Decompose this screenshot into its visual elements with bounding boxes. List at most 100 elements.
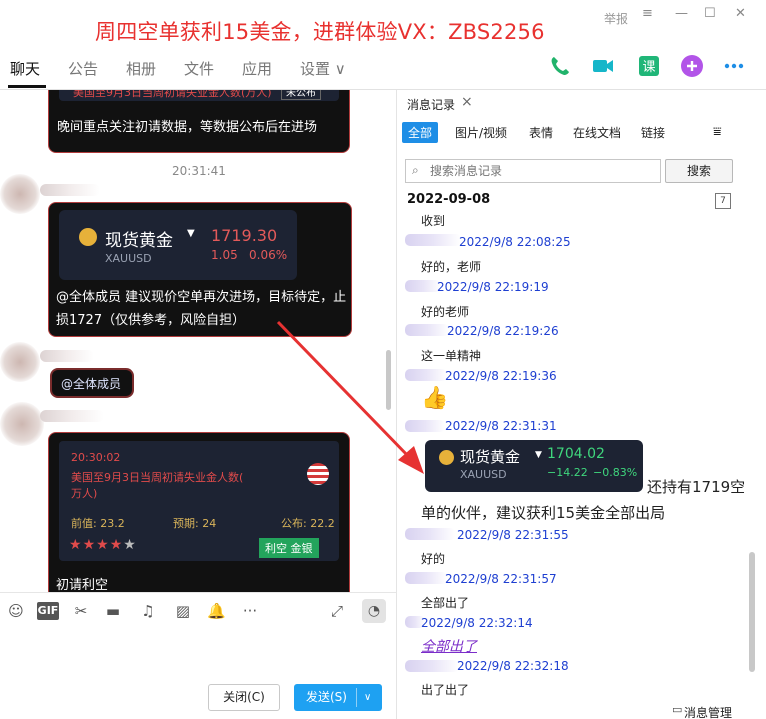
close-button[interactable]: 关闭(C) — [208, 684, 280, 711]
history-message-text: 这一单精神 — [421, 349, 482, 363]
history-time: 2022/9/8 22:19:36 — [445, 369, 557, 383]
voice-call-icon[interactable] — [548, 54, 572, 78]
history-message-link[interactable]: 全部出了 — [421, 636, 477, 656]
tab-settings[interactable]: 设置 ∨ — [300, 58, 346, 79]
filter-docs[interactable]: 在线文档 — [573, 124, 621, 141]
report-button[interactable]: 举报 — [604, 10, 628, 27]
history-sender — [405, 234, 461, 246]
more-tools-icon[interactable]: ··· — [238, 602, 262, 620]
history-tab-title[interactable]: 消息记录 — [407, 96, 455, 113]
minimize-icon[interactable]: — — [675, 6, 688, 21]
close-icon[interactable]: ✕ — [735, 6, 746, 21]
maximize-icon[interactable]: ☐ — [704, 6, 716, 21]
calendar-icon[interactable]: 7 — [715, 193, 731, 209]
gold-coin-icon — [79, 228, 97, 246]
tab-announcement[interactable]: 公告 — [68, 58, 98, 79]
impact-pill: 利空 金银 — [259, 538, 319, 558]
send-button-label: 发送(S) — [306, 690, 347, 704]
filter-all[interactable]: 全部 — [402, 122, 439, 143]
quote-card[interactable]: 现货黄金 ▼ XAUUSD 1719.30 1.05 0.06% — [59, 210, 297, 280]
avatar[interactable] — [0, 174, 40, 214]
thumbs-up-sticker[interactable]: 👍 — [421, 386, 448, 411]
send-button[interactable]: 发送(S) ∨ — [294, 684, 382, 711]
more-icon[interactable] — [722, 54, 746, 78]
message-text: @全体成员 建议现价空单再次进场，目标待定，止 — [56, 290, 347, 305]
tab-apps[interactable]: 应用 — [242, 58, 272, 79]
history-sender — [405, 420, 445, 432]
send-options-chevron-icon[interactable]: ∨ — [364, 684, 371, 711]
message-bubble[interactable]: 现货黄金 ▼ XAUUSD 1719.30 1.05 0.06% @全体成员 建… — [48, 202, 352, 337]
event-previous: 前值: 23.2 — [71, 517, 125, 530]
star-icon: ★ — [96, 537, 110, 553]
event-title-cont: 万人) — [71, 487, 98, 500]
history-search-input[interactable] — [430, 161, 650, 181]
history-sender — [405, 280, 441, 292]
avatar[interactable] — [0, 402, 44, 446]
menu-icon[interactable]: ≡ — [642, 6, 653, 21]
image-icon[interactable]: ▨ — [174, 602, 192, 620]
bell-icon[interactable]: 🔔 — [207, 602, 226, 620]
tab-album[interactable]: 相册 — [126, 58, 156, 79]
tab-chat[interactable]: 聊天 — [10, 58, 40, 79]
gif-icon[interactable]: GIF — [37, 602, 59, 620]
star-icon: ★ — [123, 537, 137, 553]
sender-name — [40, 184, 100, 196]
history-panel: 消息记录 × 全部 图片/视频 表情 在线文档 链接 ⩸ ⌕ 搜索 2022-0… — [396, 90, 766, 719]
history-time: 2022/9/8 22:31:31 — [445, 419, 557, 433]
chat-panel: 美国至9月3日当周初请失业金人数(万人) 未公布 晚间重点关注初请数据，等数据公… — [0, 90, 396, 592]
history-filters: 全部 图片/视频 表情 在线文档 链接 ⩸ — [397, 120, 766, 146]
class-icon[interactable]: 课 — [637, 54, 661, 78]
quote-change-pct: 0.06% — [249, 248, 288, 262]
event-card[interactable]: 20:30:02 美国至9月3日当周初请失业金人数( 万人) 前值: 23.2 … — [59, 441, 339, 561]
quote-code: XAUUSD — [105, 252, 152, 265]
expand-icon[interactable]: ⤢ — [328, 602, 346, 620]
history-close-icon[interactable]: × — [461, 94, 473, 110]
dropdown-arrow-icon: ▼ — [535, 450, 542, 460]
us-flag-icon — [307, 463, 329, 485]
history-quote-card[interactable]: 现货黄金 ▼ XAUUSD 1704.02 −14.22 −0.83% — [425, 440, 643, 492]
star-icon: ★ — [82, 537, 97, 553]
tab-files[interactable]: 文件 — [184, 58, 214, 79]
folder-icon[interactable]: ▬ — [104, 602, 122, 620]
filter-emoji[interactable]: 表情 — [529, 124, 553, 141]
sender-name — [40, 410, 104, 422]
history-time: 2022/9/8 22:31:57 — [445, 572, 557, 586]
mention-bubble[interactable]: @全体成员 — [50, 368, 134, 398]
history-time: 2022/9/8 22:31:55 — [457, 528, 569, 542]
filter-links[interactable]: 链接 — [641, 124, 665, 141]
title-bar: 周四空单获利15美金，进群体验VX：ZBS2256 举报 ≡ — ☐ ✕ — [0, 0, 766, 44]
scissors-icon[interactable]: ✂ — [72, 602, 90, 620]
video-call-icon[interactable] — [591, 54, 615, 78]
quote-change: −14.22 — [547, 466, 588, 479]
message-manager-icon[interactable]: ▭ — [672, 703, 682, 716]
add-app-icon[interactable] — [680, 54, 704, 78]
message-text: 晚间重点关注初请数据，等数据公布后在进场 — [57, 120, 318, 135]
event-forecast: 预期: 24 — [173, 517, 217, 530]
gold-coin-icon — [439, 450, 454, 465]
history-time: 2022/9/8 22:19:26 — [447, 324, 559, 338]
emoji-icon[interactable]: ☺ — [7, 602, 25, 620]
history-clock-icon[interactable]: ◔ — [362, 599, 386, 623]
history-message-text: 出了出了 — [421, 683, 470, 697]
history-sender — [405, 572, 447, 584]
message-manager-button[interactable]: 消息管理 — [684, 704, 732, 719]
filter-options-icon[interactable]: ⩸ — [713, 124, 722, 140]
event-time: 20:30:02 — [71, 451, 121, 464]
history-message-text: 好的，老师 — [421, 260, 482, 274]
history-search-button[interactable]: 搜索 — [665, 159, 733, 183]
quote-price: 1719.30 — [211, 226, 278, 245]
message-bubble[interactable]: 美国至9月3日当周初请失业金人数(万人) 未公布 晚间重点关注初请数据，等数据公… — [48, 90, 350, 153]
avatar[interactable] — [0, 342, 40, 382]
svg-text:课: 课 — [642, 60, 655, 75]
quote-name: 现货黄金 — [460, 448, 521, 466]
history-scrollbar[interactable] — [749, 552, 755, 672]
history-time: 2022/9/8 22:32:14 — [421, 616, 533, 630]
group-tabs: 聊天 公告 相册 文件 应用 设置 ∨ 课 — [0, 44, 766, 90]
search-icon: ⌕ — [412, 163, 419, 177]
chat-scrollbar[interactable] — [386, 350, 391, 410]
history-search-box: ⌕ — [405, 159, 661, 183]
message-bubble[interactable]: 20:30:02 美国至9月3日当周初请失业金人数( 万人) 前值: 23.2 … — [48, 432, 350, 592]
history-time: 2022/9/8 22:32:18 — [457, 659, 569, 673]
music-icon[interactable]: ♫ — [139, 602, 157, 620]
filter-media[interactable]: 图片/视频 — [455, 124, 507, 141]
